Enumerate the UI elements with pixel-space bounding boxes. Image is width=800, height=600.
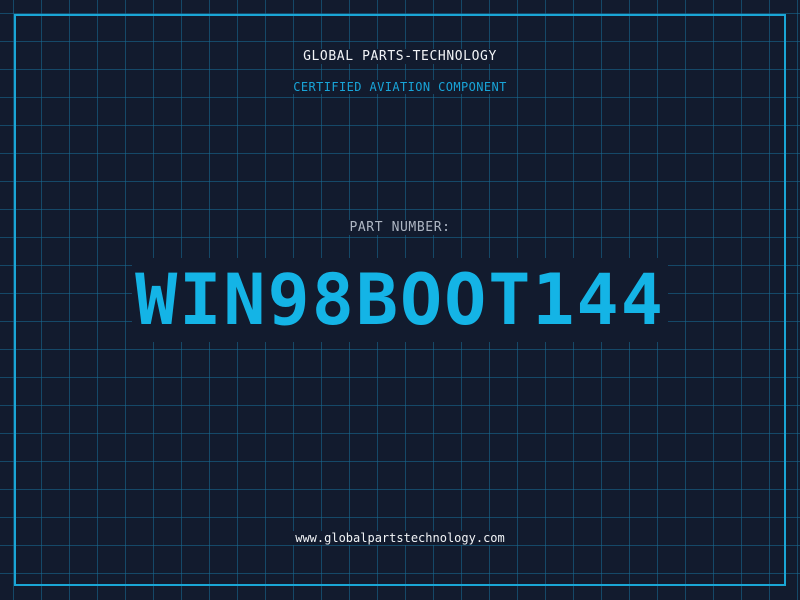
part-number-row: WIN98BOOT144 <box>0 258 800 342</box>
part-number-label: PART NUMBER: <box>346 220 454 235</box>
certification-subtitle: CERTIFIED AVIATION COMPONENT <box>290 80 510 94</box>
website-row: www.globalpartstechnology.com <box>0 531 800 545</box>
company-name-row: GLOBAL PARTS-TECHNOLOGY <box>0 49 800 64</box>
company-name: GLOBAL PARTS-TECHNOLOGY <box>300 49 500 64</box>
subtitle-row: CERTIFIED AVIATION COMPONENT <box>0 80 800 94</box>
part-label-row: PART NUMBER: <box>0 220 800 235</box>
website-url: www.globalpartstechnology.com <box>292 531 508 545</box>
part-number-value: WIN98BOOT144 <box>132 258 668 342</box>
